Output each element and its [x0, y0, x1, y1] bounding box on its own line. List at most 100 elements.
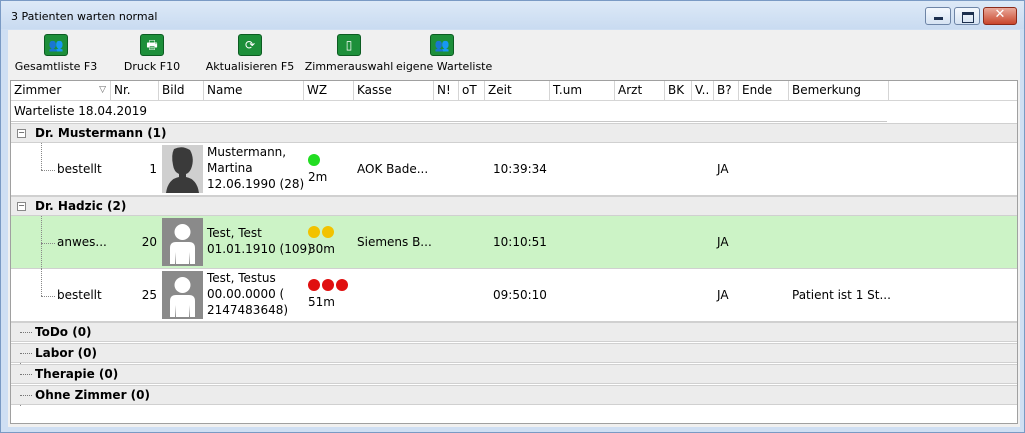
table-row-selected[interactable]: anwes... 20 Test, Test 01.01.1910 (109) …: [11, 216, 1017, 269]
bemerkung-cell: Patient ist 1 St...: [792, 288, 891, 302]
zimmerauswahl-label: Zimmerauswahl: [304, 60, 394, 73]
collapse-icon[interactable]: −: [17, 202, 26, 211]
group-dr-hadzic[interactable]: − Dr. Hadzic (2): [11, 196, 1017, 216]
aktualisieren-button[interactable]: ⟳ Aktualisieren F5: [204, 32, 296, 76]
col-ot[interactable]: oT: [459, 81, 485, 100]
title-bar[interactable]: 3 Patienten warten normal ✕: [1, 1, 1024, 29]
minimize-icon: [934, 17, 943, 20]
name-line-3: 12.06.1990 (28): [207, 177, 305, 191]
wait-indicator: [308, 279, 350, 294]
col-ende[interactable]: Ende: [739, 81, 789, 100]
col-kasse[interactable]: Kasse: [354, 81, 434, 100]
wait-indicator: [308, 154, 322, 169]
col-arzt[interactable]: Arzt: [615, 81, 665, 100]
tree-connector: [41, 243, 55, 244]
group-label: ToDo (0): [35, 325, 92, 339]
toolbar: 👥 Gesamtliste F3 🖶 Druck F10 ⟳ Aktualisi…: [8, 30, 1020, 78]
b-cell: JA: [717, 235, 729, 249]
window-title: 3 Patienten warten normal: [11, 10, 158, 23]
zeit-cell: 09:50:10: [493, 288, 547, 302]
minimize-button[interactable]: [925, 7, 951, 25]
group-dr-mustermann[interactable]: − Dr. Mustermann (1): [11, 123, 1017, 143]
close-icon: ✕: [994, 7, 1006, 22]
druck-button[interactable]: 🖶 Druck F10: [114, 32, 190, 76]
name-line-3: 2147483648): [207, 303, 289, 317]
col-v[interactable]: V..: [692, 81, 714, 100]
close-button[interactable]: ✕: [983, 7, 1017, 25]
wait-time: 51m: [308, 295, 335, 309]
b-cell: JA: [717, 162, 729, 176]
col-zimmer[interactable]: Zimmer ▽: [11, 81, 111, 100]
group-label: Ohne Zimmer (0): [35, 388, 150, 402]
col-n[interactable]: N!: [434, 81, 459, 100]
group-ohne-zimmer[interactable]: Ohne Zimmer (0): [11, 385, 1017, 405]
col-zeit[interactable]: Zeit: [485, 81, 550, 100]
group-label: Dr. Hadzic (2): [35, 199, 127, 213]
table-row[interactable]: bestellt 25 Test, Testus 00.00.0000 ( 21…: [11, 269, 1017, 322]
group-therapie[interactable]: Therapie (0): [11, 364, 1017, 384]
col-bemerkung[interactable]: Bemerkung: [789, 81, 889, 100]
status-cell: bestellt: [57, 288, 102, 302]
status-cell: bestellt: [57, 162, 102, 176]
person-placeholder-icon: [162, 271, 203, 319]
eigene-warteliste-button[interactable]: 👥 eigene Warteliste: [396, 32, 493, 76]
col-zimmer-label: Zimmer: [14, 83, 62, 97]
patient-photo-placeholder: [162, 218, 203, 266]
tree-connector: [20, 353, 32, 354]
people-icon: 👥: [44, 34, 68, 56]
name-line-2: 01.01.1910 (109): [207, 242, 312, 256]
nr-cell: 25: [141, 288, 157, 302]
status-dot-yellow: [308, 226, 320, 238]
tree-connector: [20, 332, 32, 333]
col-bk[interactable]: BK: [665, 81, 692, 100]
col-bild[interactable]: Bild: [159, 81, 204, 100]
nr-cell: 1: [149, 162, 157, 176]
app-window: 3 Patienten warten normal ✕ 👥 Gesamtlist…: [0, 0, 1025, 433]
col-wz[interactable]: WZ: [304, 81, 354, 100]
status-cell: anwes...: [57, 235, 107, 249]
collapse-icon[interactable]: −: [17, 129, 26, 138]
group-labor[interactable]: Labor (0): [11, 343, 1017, 363]
group-label: Labor (0): [35, 346, 97, 360]
name-line-2: 00.00.0000 (: [207, 287, 285, 301]
col-nr[interactable]: Nr.: [111, 81, 159, 100]
waitlist-grid: Zimmer ▽ Nr. Bild Name WZ Kasse N! oT Zei…: [10, 80, 1018, 424]
patient-photo: [162, 145, 203, 193]
col-name[interactable]: Name: [204, 81, 304, 100]
eigene-warteliste-label: eigene Warteliste: [396, 60, 493, 73]
aktualisieren-label: Aktualisieren F5: [205, 60, 295, 73]
col-b[interactable]: B?: [714, 81, 739, 100]
gesamtliste-button[interactable]: 👥 Gesamtliste F3: [10, 32, 102, 76]
b-cell: JA: [717, 288, 729, 302]
group-label: Therapie (0): [35, 367, 119, 381]
door-icon: ▯: [337, 34, 361, 56]
group-label: Dr. Mustermann (1): [35, 126, 167, 140]
tree-connector: [20, 374, 32, 375]
status-dot-red: [322, 279, 334, 291]
waitlist-date: Warteliste 18.04.2019: [11, 101, 887, 122]
zeit-cell: 10:39:34: [493, 162, 547, 176]
tree-connector: [41, 170, 55, 171]
druck-label: Druck F10: [123, 60, 181, 73]
group-todo[interactable]: ToDo (0): [11, 322, 1017, 342]
status-dot-green: [308, 154, 320, 166]
wait-time: 30m: [308, 242, 335, 256]
name-line-1: Test, Testus: [207, 271, 276, 285]
sort-down-icon: ▽: [99, 85, 106, 95]
main-content: 👥 Gesamtliste F3 🖶 Druck F10 ⟳ Aktualisi…: [8, 30, 1020, 427]
female-silhouette-icon: [162, 145, 203, 193]
tree-connector: [41, 269, 42, 296]
status-dot-yellow: [322, 226, 334, 238]
maximize-button[interactable]: [954, 7, 980, 25]
wait-time: 2m: [308, 170, 328, 184]
printer-icon: 🖶: [140, 34, 164, 56]
zeit-cell: 10:10:51: [493, 235, 547, 249]
name-line-1: Test, Test: [207, 226, 262, 240]
kasse-cell: AOK Bade...: [357, 162, 429, 176]
col-tum[interactable]: T.um: [550, 81, 615, 100]
table-row[interactable]: bestellt 1 Mustermann, Martina 12.06.199…: [11, 143, 1017, 196]
kasse-cell: Siemens B...: [357, 235, 432, 249]
zimmerauswahl-button[interactable]: ▯ Zimmerauswahl: [300, 32, 398, 76]
tree-connector: [41, 296, 55, 297]
gesamtliste-label: Gesamtliste F3: [14, 60, 98, 73]
